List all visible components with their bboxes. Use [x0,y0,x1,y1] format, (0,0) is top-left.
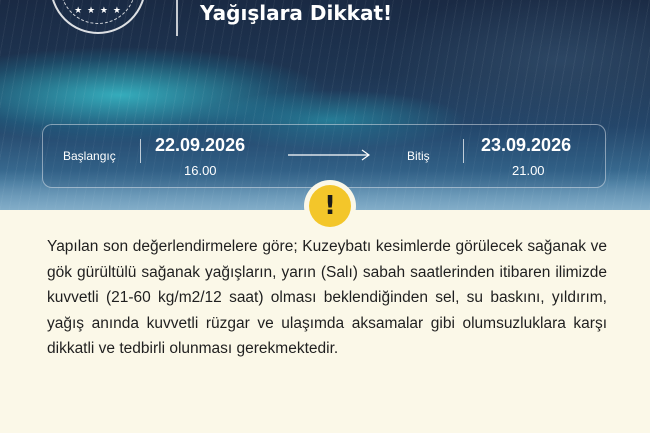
start-date: 22.09.2026 [155,135,246,155]
start-label: Başlangıç [63,149,116,163]
end-date: 23.09.2026 [481,135,572,155]
end-time: 21.00 [512,163,545,178]
logo-stars: ★ ★ ★ ★ [74,6,122,16]
page-title: Yağışlara Dikkat! [200,1,393,25]
end-separator [463,139,464,163]
date-range-panel: Başlangıç 22.09.2026 16.00 Bitiş 23.09.2… [42,124,606,188]
end-label: Bitiş [407,149,430,163]
arrow-right-icon [288,149,371,161]
warning-badge: ! [304,180,356,232]
exclamation-icon: ! [309,185,351,227]
start-time: 16.00 [184,163,217,178]
start-separator [140,139,141,163]
warning-message: Yapılan son değerlendirmelere göre; Kuze… [47,238,607,357]
header-divider [176,0,178,36]
hero-banner: ★ ★ ★ ★ Yağışlara Dikkat! Başlangıç 22.0… [0,0,650,210]
